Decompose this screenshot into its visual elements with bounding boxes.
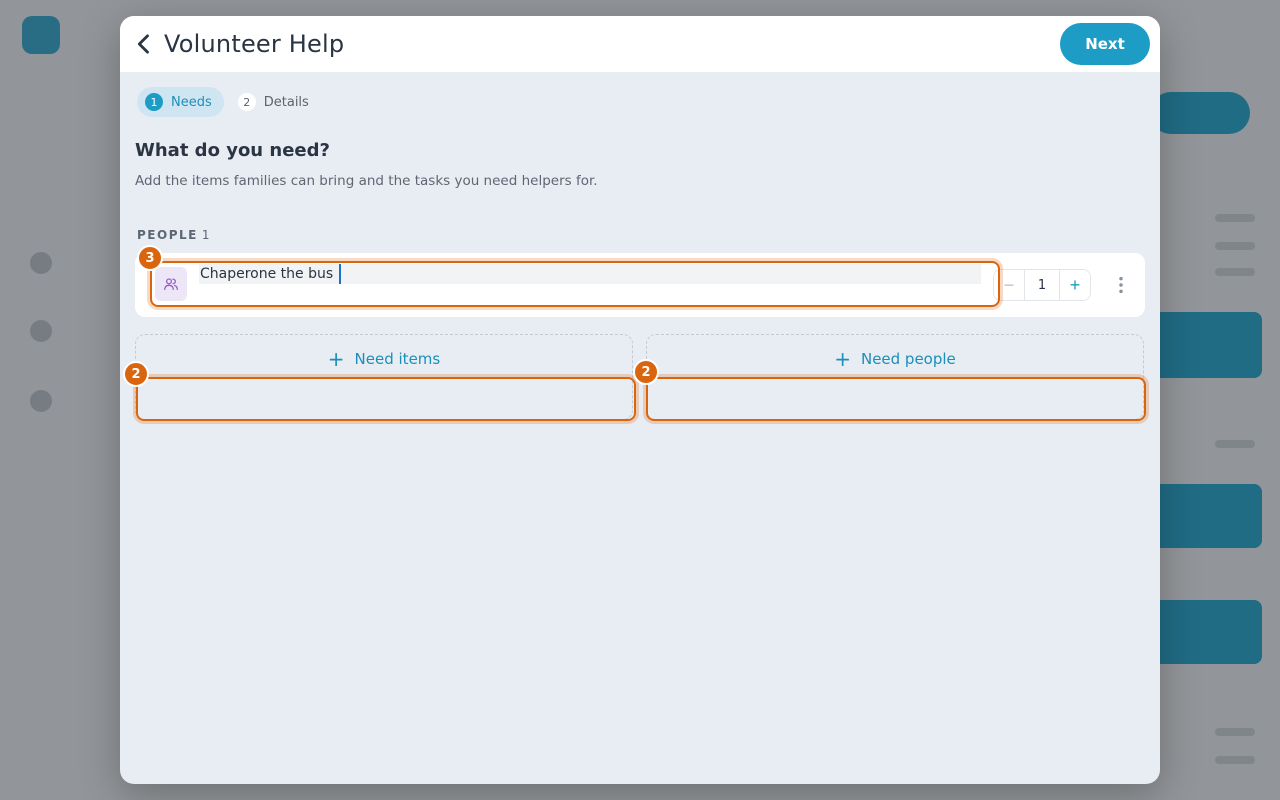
need-items-label: Need items	[354, 350, 441, 368]
step-label: Details	[263, 94, 309, 110]
back-button[interactable]	[130, 30, 158, 58]
highlight-badge: 3	[137, 245, 163, 271]
more-vertical-icon	[1119, 276, 1123, 294]
need-people-button[interactable]: + Need people	[646, 334, 1144, 420]
need-people-content: + Need people	[647, 349, 1143, 369]
step-details[interactable]: 2 Details	[230, 87, 321, 117]
need-items-content: + Need items	[136, 349, 632, 369]
group-count: 1	[201, 228, 211, 242]
modal-header: Volunteer Help Next	[120, 16, 1160, 72]
modal-title: Volunteer Help	[164, 30, 345, 58]
plus-icon: +	[834, 347, 851, 371]
step-number: 1	[145, 93, 163, 111]
group-label-text: PEOPLE	[137, 228, 198, 242]
increment-button[interactable]: +	[1059, 269, 1091, 301]
highlight-badge: 2	[123, 361, 149, 387]
quantity-value: 1	[1025, 269, 1059, 301]
plus-icon: +	[327, 347, 345, 371]
text-caret	[339, 264, 341, 284]
need-items-button[interactable]: + Need items	[135, 334, 633, 420]
volunteer-help-modal: Volunteer Help Next 1 Needs 2 Details Wh…	[120, 16, 1160, 784]
quantity-stepper: − 1 +	[993, 269, 1091, 301]
stepper: 1 Needs 2 Details	[137, 87, 321, 117]
step-number: 2	[237, 93, 256, 111]
step-label: Needs	[171, 94, 212, 110]
people-icon	[155, 267, 187, 301]
people-group-label: PEOPLE 1	[137, 228, 211, 242]
need-name-input[interactable]	[199, 264, 981, 284]
dashed-divider	[647, 378, 1143, 379]
next-button[interactable]: Next	[1060, 23, 1150, 65]
section-subtitle: Add the items families can bring and the…	[135, 173, 598, 189]
step-needs[interactable]: 1 Needs	[137, 87, 224, 117]
section-title: What do you need?	[135, 140, 330, 161]
people-need-card: − 1 +	[135, 253, 1145, 317]
need-people-label: Need people	[860, 350, 956, 368]
decrement-button[interactable]: −	[993, 269, 1025, 301]
dashed-divider	[136, 378, 632, 379]
chevron-left-icon	[137, 34, 149, 54]
highlight-badge: 2	[633, 359, 659, 385]
more-options-button[interactable]	[1107, 271, 1135, 299]
